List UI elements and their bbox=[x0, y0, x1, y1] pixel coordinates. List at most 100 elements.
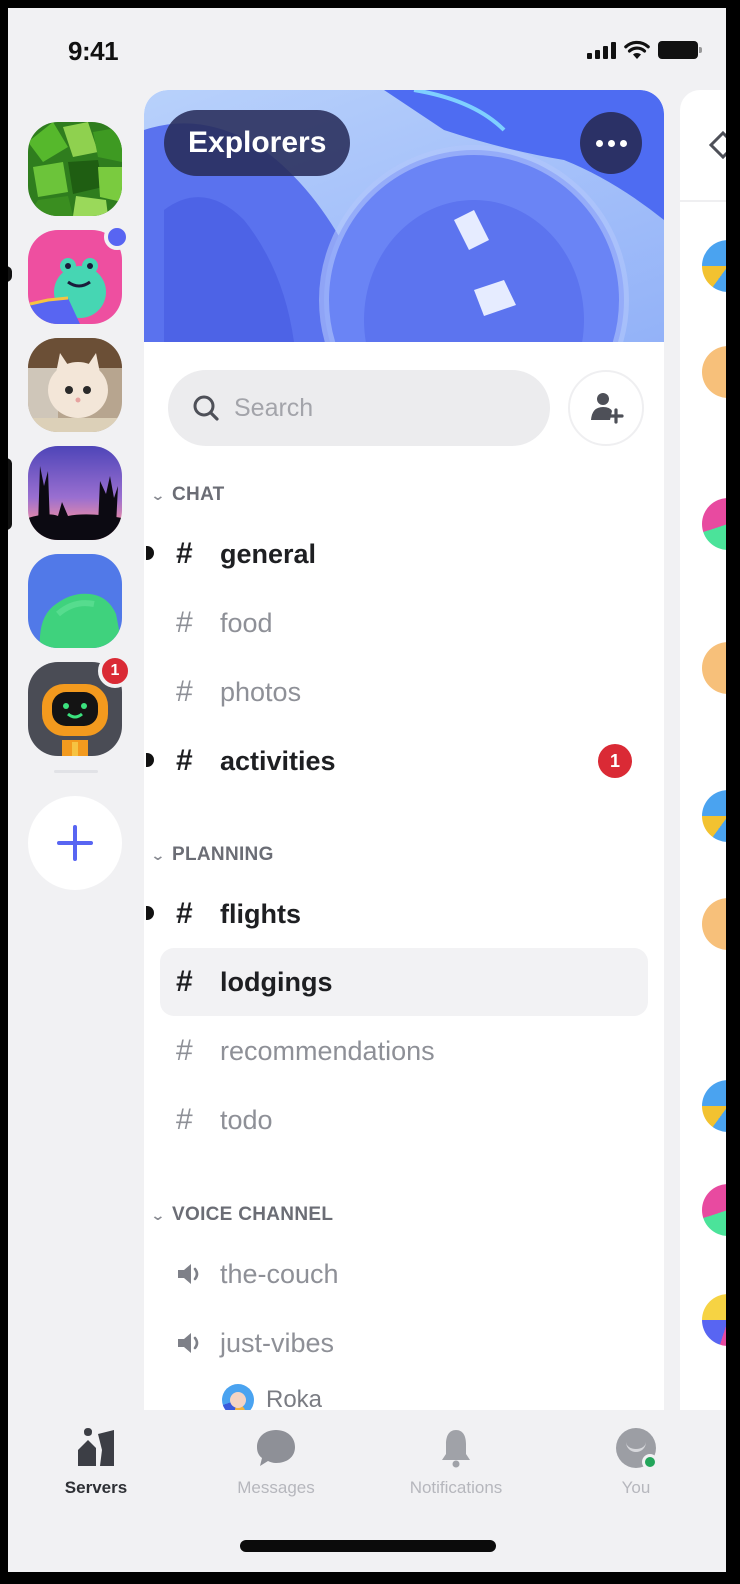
unread-indicator bbox=[8, 266, 12, 282]
add-server-button[interactable] bbox=[28, 796, 122, 890]
home-indicator[interactable] bbox=[240, 1540, 496, 1552]
server-more-button[interactable] bbox=[580, 112, 642, 174]
text-channel-icon: # bbox=[176, 1103, 193, 1136]
server-icon-hill[interactable] bbox=[28, 554, 122, 648]
profile-icon bbox=[614, 1428, 658, 1470]
status-time: 9:41 bbox=[68, 36, 119, 66]
tab-servers[interactable]: Servers bbox=[26, 1428, 166, 1498]
channel-recommendations[interactable]: # recommendations bbox=[160, 1017, 648, 1085]
channel-name: activities bbox=[220, 745, 336, 776]
tab-notifications[interactable]: Notifications bbox=[386, 1428, 526, 1498]
bell-icon bbox=[442, 1430, 470, 1468]
channel-name: just-vibes bbox=[220, 1327, 335, 1358]
member-avatar bbox=[702, 642, 726, 694]
unread-indicator bbox=[146, 546, 154, 560]
category-label: VOICE CHANNEL bbox=[172, 1204, 334, 1225]
channel-food[interactable]: # food bbox=[160, 589, 648, 657]
chevron-down-icon: ⌄ bbox=[150, 846, 166, 863]
text-channel-icon: # bbox=[176, 965, 193, 998]
more-dot bbox=[619, 139, 627, 147]
text-channel-icon: # bbox=[176, 744, 193, 777]
tab-label: Messages bbox=[237, 1478, 315, 1497]
server-name: Explorers bbox=[188, 126, 327, 159]
member-avatar bbox=[702, 498, 726, 550]
divider bbox=[680, 200, 726, 202]
threads-icon bbox=[708, 130, 726, 160]
category-chat[interactable]: ⌄ CHAT bbox=[150, 484, 225, 506]
more-dot bbox=[607, 139, 615, 147]
leaf-server-image bbox=[28, 122, 122, 216]
search-input[interactable] bbox=[234, 393, 534, 423]
channel-general[interactable]: # general bbox=[146, 520, 648, 588]
online-status-indicator bbox=[642, 1454, 658, 1470]
channel-name: the-couch bbox=[220, 1258, 339, 1289]
text-channel-icon: # bbox=[176, 675, 193, 708]
channel-name: photos bbox=[220, 676, 302, 707]
cellular-signal-icon bbox=[587, 41, 616, 59]
voice-user-name: Roka bbox=[266, 1386, 323, 1410]
speaker-icon bbox=[176, 1261, 220, 1287]
server-icon-cat[interactable] bbox=[28, 338, 122, 432]
selected-indicator bbox=[8, 458, 12, 530]
category-planning[interactable]: ⌄ PLANNING bbox=[150, 844, 274, 866]
voice-user-roka[interactable]: Roka bbox=[222, 1384, 322, 1410]
channel-lodgings[interactable]: # lodgings bbox=[160, 948, 648, 1016]
server-icon-sunset[interactable] bbox=[28, 446, 122, 540]
wifi-icon bbox=[624, 40, 650, 59]
channel-name: recommendations bbox=[220, 1035, 435, 1066]
cat-server-image bbox=[28, 338, 122, 432]
channel-name: food bbox=[220, 607, 273, 638]
channel-photos[interactable]: # photos bbox=[160, 658, 648, 726]
tab-messages[interactable]: Messages bbox=[206, 1428, 346, 1498]
tab-you[interactable]: You bbox=[566, 1428, 706, 1498]
search-bar[interactable] bbox=[168, 370, 550, 446]
tab-label: You bbox=[621, 1478, 651, 1497]
unread-indicator bbox=[146, 753, 154, 767]
member-avatar bbox=[702, 898, 726, 950]
phone-screen: 9:41 1 Explorers Search ⌄ CHAT # general… bbox=[8, 8, 726, 1572]
channel-flights[interactable]: # flights bbox=[146, 880, 648, 948]
add-user-icon bbox=[591, 393, 624, 424]
channel-name: todo bbox=[220, 1104, 273, 1135]
mention-badge: 1 bbox=[598, 744, 632, 778]
channel-name: general bbox=[220, 538, 317, 569]
category-label: CHAT bbox=[172, 484, 225, 505]
category-label: PLANNING bbox=[172, 844, 274, 865]
invite-members-button[interactable] bbox=[568, 370, 644, 446]
sunset-server-image bbox=[28, 446, 122, 540]
tab-label: Servers bbox=[64, 1478, 128, 1497]
chevron-down-icon: ⌄ bbox=[150, 1206, 166, 1223]
channel-todo[interactable]: # todo bbox=[160, 1086, 648, 1154]
server-mention-badge: 1 bbox=[98, 654, 132, 688]
more-dot bbox=[595, 139, 603, 147]
channel-name: lodgings bbox=[220, 966, 333, 997]
server-rail: 1 bbox=[8, 94, 142, 1410]
search-icon bbox=[193, 395, 219, 421]
text-channel-icon: # bbox=[176, 537, 193, 570]
member-avatar bbox=[702, 346, 726, 398]
chevron-down-icon: ⌄ bbox=[150, 486, 166, 503]
hill-server-image bbox=[28, 554, 122, 648]
search-row bbox=[168, 370, 644, 446]
channel-name: flights bbox=[220, 898, 301, 929]
member-avatar bbox=[702, 1184, 726, 1236]
battery-icon bbox=[658, 41, 702, 59]
rail-divider bbox=[54, 770, 98, 773]
unread-badge-dot bbox=[104, 224, 130, 250]
voice-channel-just-vibes[interactable]: just-vibes bbox=[160, 1309, 648, 1377]
channel-activities[interactable]: # activities 1 bbox=[146, 727, 648, 795]
voice-channel-the-couch[interactable]: the-couch bbox=[160, 1240, 648, 1308]
server-name-button[interactable]: Explorers bbox=[164, 110, 351, 176]
category-voice-channel[interactable]: ⌄ VOICE CHANNEL bbox=[150, 1204, 334, 1226]
text-channel-icon: # bbox=[176, 897, 193, 930]
member-list-peek[interactable] bbox=[680, 90, 726, 1410]
member-avatar bbox=[702, 1294, 726, 1346]
server-icon-leaf[interactable] bbox=[28, 122, 122, 216]
text-channel-icon: # bbox=[176, 606, 193, 639]
member-avatar bbox=[702, 790, 726, 842]
status-bar: 9:41 bbox=[8, 8, 726, 94]
unread-indicator bbox=[146, 906, 154, 920]
avatar bbox=[222, 1384, 254, 1410]
tab-label: Notifications bbox=[409, 1478, 503, 1497]
text-channel-icon: # bbox=[176, 1034, 193, 1067]
